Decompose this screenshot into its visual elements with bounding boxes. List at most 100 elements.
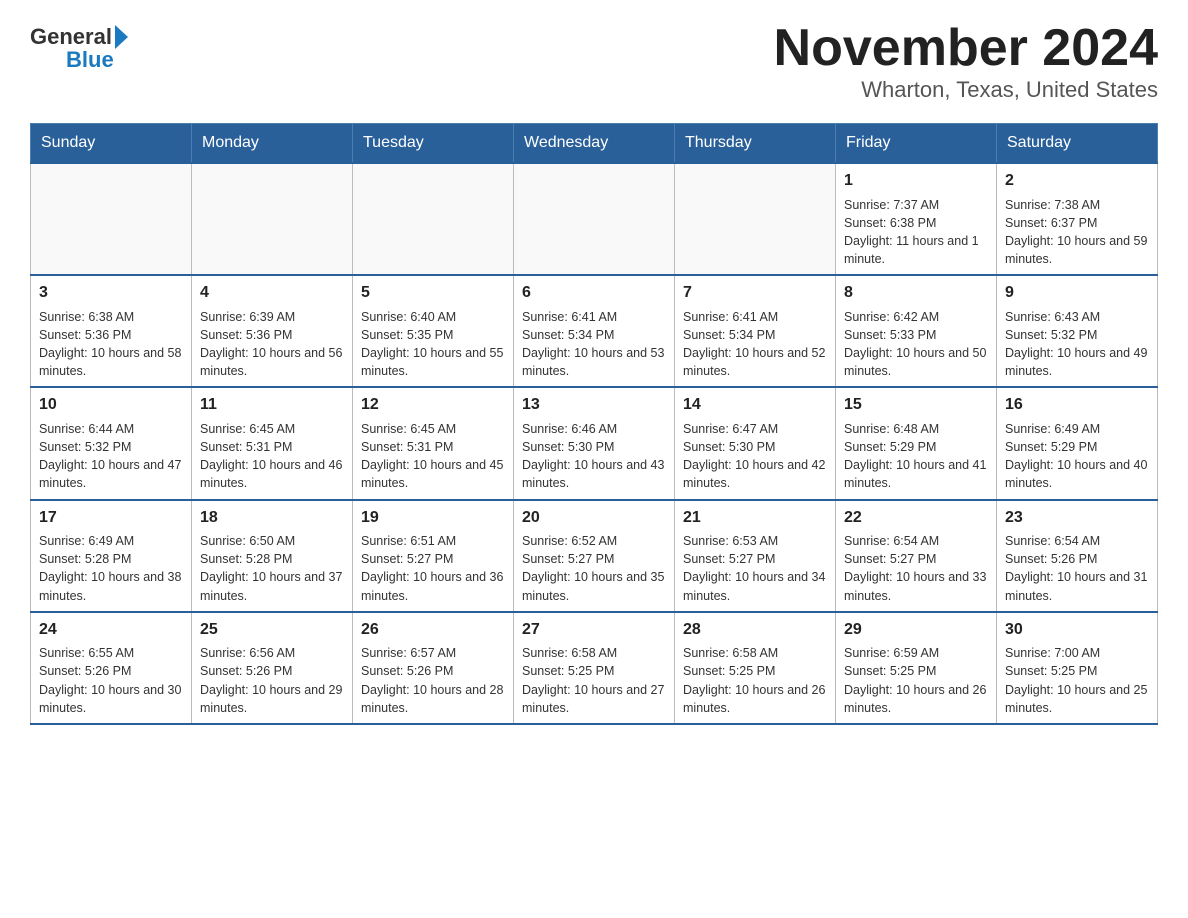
- calendar-cell: [675, 163, 836, 275]
- day-info: Sunrise: 6:49 AM Sunset: 5:29 PM Dayligh…: [1005, 422, 1147, 491]
- day-info: Sunrise: 6:45 AM Sunset: 5:31 PM Dayligh…: [200, 422, 342, 491]
- day-info: Sunrise: 6:54 AM Sunset: 5:27 PM Dayligh…: [844, 534, 986, 603]
- calendar-cell: 24 Sunrise: 6:55 AM Sunset: 5:26 PM Dayli…: [31, 612, 192, 724]
- calendar-cell: 13 Sunrise: 6:46 AM Sunset: 5:30 PM Dayli…: [514, 387, 675, 499]
- calendar-cell: 22 Sunrise: 6:54 AM Sunset: 5:27 PM Dayli…: [836, 500, 997, 612]
- calendar-cell: [192, 163, 353, 275]
- calendar-cell: 7 Sunrise: 6:41 AM Sunset: 5:34 PM Daylig…: [675, 275, 836, 387]
- calendar-table: SundayMondayTuesdayWednesdayThursdayFrid…: [30, 123, 1158, 725]
- day-number: 7: [683, 282, 827, 304]
- calendar-header-friday: Friday: [836, 124, 997, 164]
- day-number: 10: [39, 394, 183, 416]
- page-header: General Blue November 2024 Wharton, Texa…: [30, 20, 1158, 103]
- day-info: Sunrise: 6:40 AM Sunset: 5:35 PM Dayligh…: [361, 310, 503, 379]
- day-info: Sunrise: 6:41 AM Sunset: 5:34 PM Dayligh…: [683, 310, 825, 379]
- day-info: Sunrise: 6:57 AM Sunset: 5:26 PM Dayligh…: [361, 646, 503, 715]
- calendar-cell: 21 Sunrise: 6:53 AM Sunset: 5:27 PM Dayli…: [675, 500, 836, 612]
- calendar-cell: 18 Sunrise: 6:50 AM Sunset: 5:28 PM Dayli…: [192, 500, 353, 612]
- day-info: Sunrise: 6:58 AM Sunset: 5:25 PM Dayligh…: [522, 646, 664, 715]
- day-number: 12: [361, 394, 505, 416]
- day-number: 29: [844, 619, 988, 641]
- day-number: 8: [844, 282, 988, 304]
- calendar-cell: 15Sunrise: 6:48 AM Sunset: 5:29 PM Dayli…: [836, 387, 997, 499]
- calendar-cell: 3 Sunrise: 6:38 AM Sunset: 5:36 PM Daylig…: [31, 275, 192, 387]
- day-number: 1: [844, 170, 988, 192]
- logo-general: General: [30, 26, 112, 48]
- calendar-cell: 16 Sunrise: 6:49 AM Sunset: 5:29 PM Dayli…: [997, 387, 1158, 499]
- day-number: 3: [39, 282, 183, 304]
- day-number: 27: [522, 619, 666, 641]
- day-info: Sunrise: 6:48 AM Sunset: 5:29 PM Dayligh…: [844, 422, 986, 491]
- day-number: 21: [683, 507, 827, 529]
- calendar-header-tuesday: Tuesday: [353, 124, 514, 164]
- logo-blue: Blue: [66, 49, 114, 71]
- day-number: 24: [39, 619, 183, 641]
- day-info: Sunrise: 6:52 AM Sunset: 5:27 PM Dayligh…: [522, 534, 664, 603]
- calendar-cell: 12 Sunrise: 6:45 AM Sunset: 5:31 PM Dayli…: [353, 387, 514, 499]
- calendar-header-row: SundayMondayTuesdayWednesdayThursdayFrid…: [31, 124, 1158, 164]
- day-info: Sunrise: 6:46 AM Sunset: 5:30 PM Dayligh…: [522, 422, 664, 491]
- day-info: Sunrise: 6:53 AM Sunset: 5:27 PM Dayligh…: [683, 534, 825, 603]
- calendar-week-row-0: 1 Sunrise: 7:37 AM Sunset: 6:38 PM Daylig…: [31, 163, 1158, 275]
- calendar-cell: 28Sunrise: 6:58 AM Sunset: 5:25 PM Dayli…: [675, 612, 836, 724]
- calendar-header-thursday: Thursday: [675, 124, 836, 164]
- day-number: 30: [1005, 619, 1149, 641]
- title-section: November 2024 Wharton, Texas, United Sta…: [774, 20, 1158, 103]
- calendar-subtitle: Wharton, Texas, United States: [774, 77, 1158, 103]
- day-number: 2: [1005, 170, 1149, 192]
- day-number: 16: [1005, 394, 1149, 416]
- calendar-cell: 20 Sunrise: 6:52 AM Sunset: 5:27 PM Dayli…: [514, 500, 675, 612]
- day-info: Sunrise: 6:39 AM Sunset: 5:36 PM Dayligh…: [200, 310, 342, 379]
- day-info: Sunrise: 6:41 AM Sunset: 5:34 PM Dayligh…: [522, 310, 664, 379]
- day-info: Sunrise: 6:54 AM Sunset: 5:26 PM Dayligh…: [1005, 534, 1147, 603]
- day-number: 14: [683, 394, 827, 416]
- calendar-week-row-3: 17Sunrise: 6:49 AM Sunset: 5:28 PM Dayli…: [31, 500, 1158, 612]
- day-number: 23: [1005, 507, 1149, 529]
- day-info: Sunrise: 6:51 AM Sunset: 5:27 PM Dayligh…: [361, 534, 503, 603]
- day-number: 9: [1005, 282, 1149, 304]
- calendar-cell: 14 Sunrise: 6:47 AM Sunset: 5:30 PM Dayli…: [675, 387, 836, 499]
- logo-arrow-icon: [115, 25, 128, 49]
- calendar-header-saturday: Saturday: [997, 124, 1158, 164]
- day-info: Sunrise: 6:58 AM Sunset: 5:25 PM Dayligh…: [683, 646, 825, 715]
- day-number: 4: [200, 282, 344, 304]
- day-number: 18: [200, 507, 344, 529]
- calendar-header-monday: Monday: [192, 124, 353, 164]
- calendar-cell: 1 Sunrise: 7:37 AM Sunset: 6:38 PM Daylig…: [836, 163, 997, 275]
- day-number: 26: [361, 619, 505, 641]
- day-info: Sunrise: 6:56 AM Sunset: 5:26 PM Dayligh…: [200, 646, 342, 715]
- calendar-cell: 27 Sunrise: 6:58 AM Sunset: 5:25 PM Dayli…: [514, 612, 675, 724]
- day-info: Sunrise: 7:38 AM Sunset: 6:37 PM Dayligh…: [1005, 198, 1147, 267]
- day-number: 25: [200, 619, 344, 641]
- day-info: Sunrise: 6:50 AM Sunset: 5:28 PM Dayligh…: [200, 534, 342, 603]
- day-info: Sunrise: 6:49 AM Sunset: 5:28 PM Dayligh…: [39, 534, 181, 603]
- day-number: 11: [200, 394, 344, 416]
- day-info: Sunrise: 7:00 AM Sunset: 5:25 PM Dayligh…: [1005, 646, 1147, 715]
- calendar-cell: 2 Sunrise: 7:38 AM Sunset: 6:37 PM Daylig…: [997, 163, 1158, 275]
- calendar-cell: 4 Sunrise: 6:39 AM Sunset: 5:36 PM Daylig…: [192, 275, 353, 387]
- day-info: Sunrise: 6:43 AM Sunset: 5:32 PM Dayligh…: [1005, 310, 1147, 379]
- calendar-cell: 30 Sunrise: 7:00 AM Sunset: 5:25 PM Dayli…: [997, 612, 1158, 724]
- calendar-cell: 23 Sunrise: 6:54 AM Sunset: 5:26 PM Dayli…: [997, 500, 1158, 612]
- calendar-week-row-1: 3 Sunrise: 6:38 AM Sunset: 5:36 PM Daylig…: [31, 275, 1158, 387]
- calendar-header-wednesday: Wednesday: [514, 124, 675, 164]
- calendar-cell: 11 Sunrise: 6:45 AM Sunset: 5:31 PM Dayli…: [192, 387, 353, 499]
- calendar-week-row-2: 10Sunrise: 6:44 AM Sunset: 5:32 PM Dayli…: [31, 387, 1158, 499]
- calendar-cell: [31, 163, 192, 275]
- day-number: 22: [844, 507, 988, 529]
- calendar-cell: [514, 163, 675, 275]
- calendar-cell: 19Sunrise: 6:51 AM Sunset: 5:27 PM Dayli…: [353, 500, 514, 612]
- day-info: Sunrise: 7:37 AM Sunset: 6:38 PM Dayligh…: [844, 198, 979, 267]
- day-number: 20: [522, 507, 666, 529]
- day-info: Sunrise: 6:55 AM Sunset: 5:26 PM Dayligh…: [39, 646, 181, 715]
- calendar-week-row-4: 24 Sunrise: 6:55 AM Sunset: 5:26 PM Dayli…: [31, 612, 1158, 724]
- day-info: Sunrise: 6:45 AM Sunset: 5:31 PM Dayligh…: [361, 422, 503, 491]
- day-info: Sunrise: 6:38 AM Sunset: 5:36 PM Dayligh…: [39, 310, 181, 379]
- calendar-cell: 10Sunrise: 6:44 AM Sunset: 5:32 PM Dayli…: [31, 387, 192, 499]
- calendar-header-sunday: Sunday: [31, 124, 192, 164]
- day-info: Sunrise: 6:47 AM Sunset: 5:30 PM Dayligh…: [683, 422, 825, 491]
- calendar-cell: [353, 163, 514, 275]
- day-number: 6: [522, 282, 666, 304]
- day-number: 13: [522, 394, 666, 416]
- day-number: 5: [361, 282, 505, 304]
